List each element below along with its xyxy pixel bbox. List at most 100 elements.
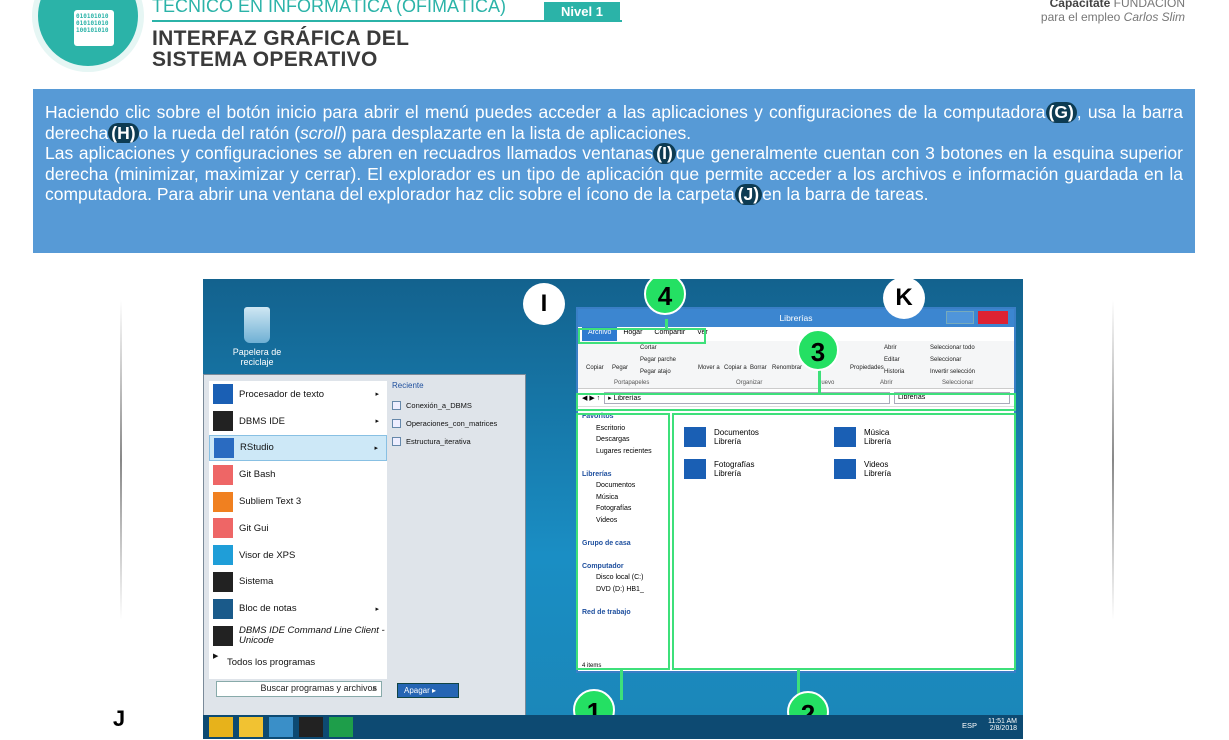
language-indicator[interactable]: ESP [962,721,977,730]
file-icon [392,400,401,410]
instructions-box: Haciendo clic sobre el botón inicio para… [33,89,1195,253]
program-list: Procesador de texto ▸ DBMS IDE ▸ RStudio ▸ Git… [209,381,387,679]
shutdown-button[interactable]: Apagar ▸ [397,683,459,698]
submenu-arrow-icon: ▸ [375,418,379,426]
group-clipboard: Portapapeles [614,380,650,386]
window-titlebar[interactable]: Librerías [578,309,1014,327]
connector-3 [818,369,821,395]
start-search-input[interactable]: Buscar programas y archivos ⌕ [216,681,382,697]
program-item[interactable]: DBMS IDE ▸ [209,408,387,435]
program-item[interactable]: ▶ Todos los programas [209,649,387,676]
edit-button[interactable]: Editar [884,357,900,363]
recent-item[interactable]: Operaciones_con_matrices [392,414,520,432]
marker-3: 3 [797,329,839,371]
delete-button[interactable]: Borrar [750,365,767,371]
copy-to-button[interactable]: Copiar a [724,365,747,371]
brand-logos: Capacítate FUNDACIÓN para el empleo Carlo… [1040,0,1185,24]
program-item[interactable]: Visor de XPS [209,542,387,569]
dbms-icon [213,411,233,432]
highlight-navpane [576,413,670,670]
program-item[interactable]: RStudio ▸ [209,434,387,462]
marker-j-taskbar: J [98,698,140,740]
ribbon: Copiar Pegar Cortar Pegar parche Pegar a… [578,341,1014,389]
terminal-icon [213,571,233,592]
invert-selection-button[interactable]: Invertir selección [930,369,975,375]
minimize-maximize-buttons[interactable] [946,311,974,324]
level-badge: Nivel 1 [544,2,620,21]
recycle-bin[interactable]: Papelera de reciclaje [227,307,287,367]
open-button[interactable]: Abrir [884,345,897,351]
cut-button[interactable]: Cortar [640,345,657,351]
course-name: TÉCNICO EN INFORMÁTICA (OFIMÁTICA) [152,0,506,16]
divider-left [120,300,122,620]
program-item[interactable]: Git Gui [209,515,387,542]
group-organize: Organizar [736,380,763,386]
binary-screen-icon: 010101010 010101010 100101010 [74,10,114,46]
marker-h: (H) [108,122,139,143]
paste-button[interactable]: Pegar [612,365,628,371]
program-label: Git Bash [239,469,276,481]
page-title: INTERFAZ GRÁFICA DEL SISTEMA OPERATIVO [152,27,410,71]
folder-icon[interactable] [239,717,263,737]
desktop-screenshot: Papelera de reciclaje Procesador de text… [203,279,1023,739]
start-menu: Procesador de texto ▸ DBMS IDE ▸ RStudio ▸ Git… [203,374,526,718]
course-logo: 010101010 010101010 100101010 [32,0,144,72]
submenu-arrow-icon: ▸ [375,391,379,399]
submenu-arrow-icon: ▸ [375,605,379,613]
program-item[interactable]: Procesador de texto ▸ [209,381,387,408]
program-label: RStudio [240,442,274,454]
move-button[interactable]: Mover a [698,365,720,371]
file-icon [392,418,401,428]
recent-header: Reciente [392,381,424,390]
program-label: DBMS IDE [239,415,285,427]
marker-j: (J) [734,184,763,205]
search-icon: ⌕ [371,683,377,693]
paste-shortcut-button[interactable]: Pegar atajo [640,369,671,375]
history-button[interactable]: Historia [884,369,904,375]
rename-button[interactable]: Renombrar [772,365,802,371]
program-item[interactable]: Git Bash [209,461,387,488]
connector-1 [620,670,623,700]
highlight-tabs [578,328,706,344]
git-icon [213,464,233,485]
terminal-taskbar-icon[interactable] [299,717,323,737]
file-icon [392,436,401,446]
program-label: Subliem Text 3 [239,496,302,508]
program-item[interactable]: DBMS IDE Command Line Client -Unicode [209,622,387,649]
browser-icon[interactable] [269,717,293,737]
recycle-bin-icon [244,307,270,343]
select-button[interactable]: Seleccionar [930,357,961,363]
program-item[interactable]: Bloc de notas ▸ [209,595,387,622]
paste-patch-button[interactable]: Pegar parche [640,357,676,363]
home-icon[interactable] [329,717,353,737]
recent-item[interactable]: Estructura_iterativa [392,432,520,450]
clock[interactable]: 11:51 AM 2/8/2018 [988,718,1017,732]
program-label: Todos los programas [227,656,316,668]
marker-i-window: I [523,283,565,325]
program-item[interactable]: Subliem Text 3 [209,488,387,515]
marker-k: K [883,279,925,319]
recent-item[interactable]: Conexión_a_DBMS [392,396,520,414]
submenu-arrow-icon: ▸ [374,444,378,452]
program-label: Procesador de texto [239,388,325,400]
close-button[interactable] [978,311,1008,324]
program-item[interactable]: Sistema [209,569,387,596]
rstudio-icon [214,437,234,458]
copy-button[interactable]: Copiar [586,365,604,371]
recent-list: Reciente Conexión_a_DBMS Operaciones_con_… [392,381,520,450]
program-label: DBMS IDE Command Line Client -Unicode [239,624,385,646]
git-gui-icon [213,518,233,539]
program-label: Bloc de notas [239,603,297,615]
divider-right [1112,300,1114,620]
word-icon [213,384,233,405]
dbms-cli-icon [213,625,233,646]
properties-button[interactable]: Propiedades [850,365,884,371]
marker-g: (G) [1045,102,1077,123]
program-label: Git Gui [239,522,269,534]
select-all-button[interactable]: Seleccionar todo [930,345,975,351]
start-button-icon[interactable] [209,717,233,737]
xps-icon [213,545,233,566]
highlight-addressbar [576,393,1016,411]
triangle-icon: ▶ [213,653,219,661]
notepad-icon [213,598,233,619]
